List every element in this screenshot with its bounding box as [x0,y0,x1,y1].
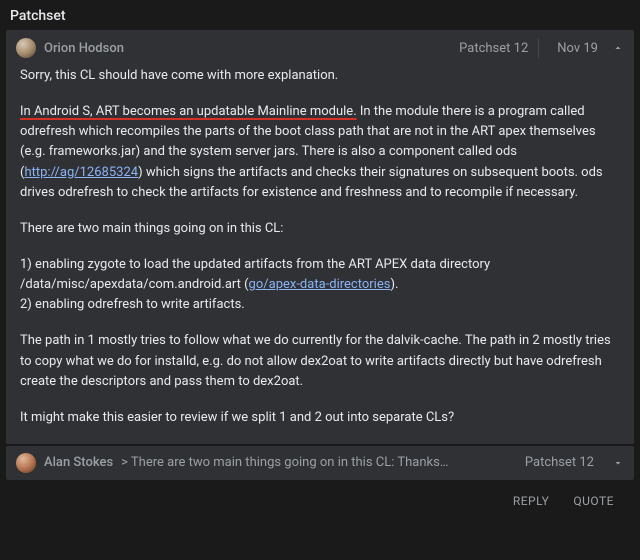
comment-paragraph: Sorry, this CL should have come with mor… [20,66,620,86]
reply-button[interactable]: REPLY [503,488,560,514]
comment-paragraph: It might make this easier to review if w… [20,408,620,428]
comment-paragraph: The path in 1 mostly tries to follow wha… [20,331,620,391]
reply-summary: > There are two main things going on in … [121,455,511,470]
comment-paragraph: In Android S, ART becomes an updatable M… [20,102,620,203]
avatar [16,453,36,473]
avatar [16,38,36,58]
patchset-badge: Patchset 12 [519,455,600,470]
comment-date: Nov 19 [547,39,600,58]
comment-card: Orion Hodson Patchset 12 Nov 19 Sorry, t… [6,30,634,444]
section-title: Patchset [0,0,640,30]
comment-paragraph: There are two main things going on in th… [20,219,620,239]
comment-header[interactable]: Orion Hodson Patchset 12 Nov 19 [6,30,634,64]
comment-paragraph: 1) enabling zygote to load the updated a… [20,255,620,315]
comment-author: Orion Hodson [44,41,124,56]
chevron-down-icon[interactable] [608,455,624,471]
link-ag[interactable]: http://ag/12685324 [24,165,138,180]
highlighted-text: In Android S, ART becomes an updatable M… [20,104,357,119]
patchset-badge[interactable]: Patchset 12 [449,39,539,58]
comment-body: Sorry, this CL should have come with mor… [6,64,634,444]
quote-button[interactable]: QUOTE [563,488,624,514]
reply-author: Alan Stokes [44,455,113,470]
comment-actions: REPLY QUOTE [6,482,634,522]
chevron-up-icon[interactable] [608,40,624,56]
link-go[interactable]: go/apex-data-directories [249,277,391,292]
reply-collapsed[interactable]: Alan Stokes > There are two main things … [6,446,634,480]
